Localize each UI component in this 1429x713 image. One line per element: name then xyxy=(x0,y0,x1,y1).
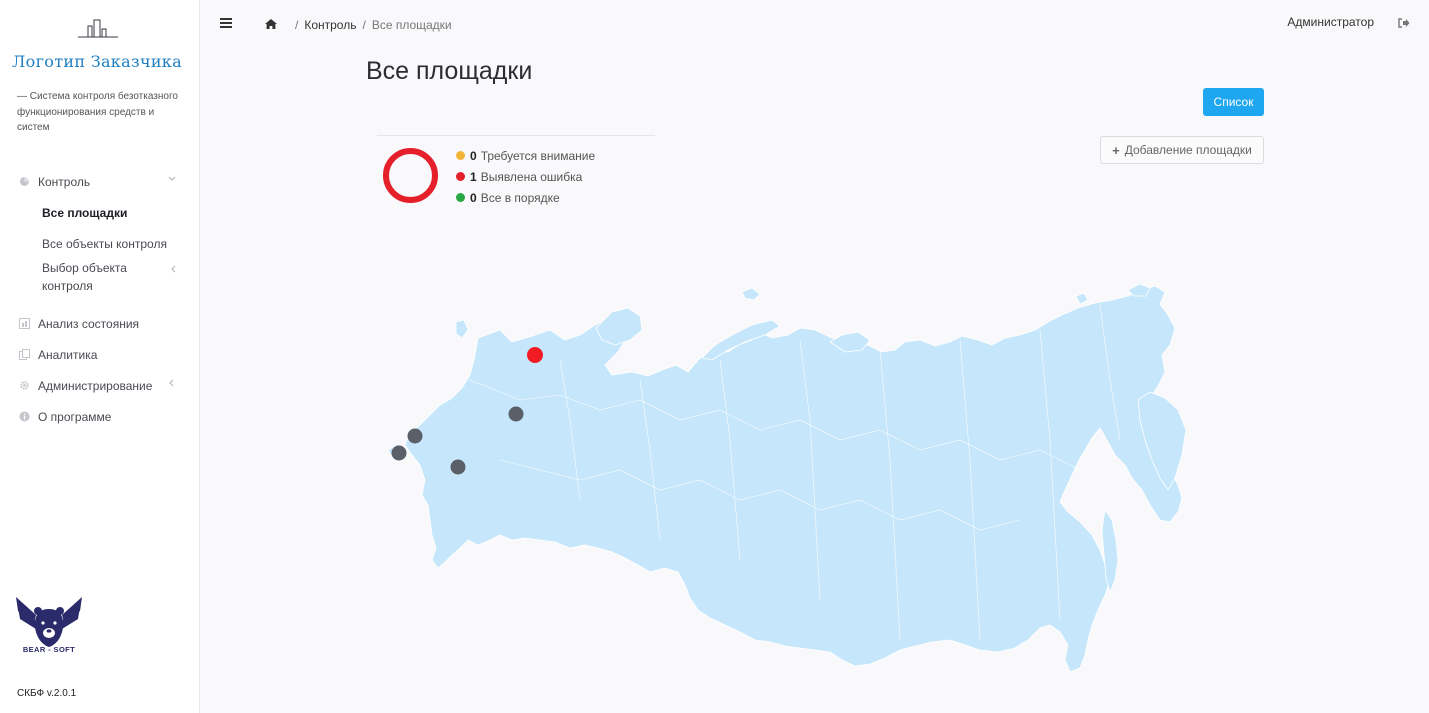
customer-logo-text: Логотип Заказчика xyxy=(12,52,182,71)
building-logo-icon xyxy=(78,19,118,38)
breadcrumb-control[interactable]: Контроль xyxy=(304,18,356,32)
sidebar-item-analytics[interactable]: Аналитика xyxy=(0,339,199,370)
legend-ok: 0 Все в порядке xyxy=(456,187,595,208)
page-title: Все площадки xyxy=(366,57,533,85)
user-name[interactable]: Администратор xyxy=(1287,15,1374,29)
logout-icon[interactable] xyxy=(1397,16,1411,30)
map-region-kaliningrad[interactable] xyxy=(455,319,469,339)
status-summary: 0 Требуется внимание 1 Выявлена ошибка 0… xyxy=(377,135,655,215)
legend-error: 1 Выявлена ошибка xyxy=(456,166,595,187)
top-bar: / Контроль / Все площадки Администратор xyxy=(200,0,1429,48)
sidebar-item-all-objects[interactable]: Все объекты контроля xyxy=(0,228,199,259)
sidebar-nav: Контроль Все площадки Все объекты контро… xyxy=(0,166,199,432)
map-region-wrangel[interactable] xyxy=(1075,292,1089,305)
sidebar-item-label: Администрирование xyxy=(38,378,153,393)
sidebar-item-administration[interactable]: Администрирование xyxy=(0,370,199,401)
legend-count: 1 xyxy=(470,169,477,184)
sidebar-item-state-analysis[interactable]: Анализ состояния xyxy=(0,308,199,339)
status-donut-ring xyxy=(383,148,438,203)
chart-icon xyxy=(18,318,30,330)
site-marker-error[interactable] xyxy=(527,347,543,363)
site-marker[interactable] xyxy=(508,406,524,422)
sidebar-item-about[interactable]: О программе xyxy=(0,401,199,432)
plus-icon: + xyxy=(1112,142,1120,158)
sidebar-item-all-sites[interactable]: Все площадки xyxy=(0,197,199,228)
chevron-left-icon xyxy=(168,379,176,389)
breadcrumb-separator: / xyxy=(362,18,366,32)
monitor-icon xyxy=(18,176,30,188)
sidebar: Логотип Заказчика — Система контроля без… xyxy=(0,0,200,713)
add-site-button[interactable]: + Добавление площадки xyxy=(1100,136,1264,164)
chevron-down-icon xyxy=(168,175,176,185)
sidebar-item-label: Выбор объекта контроля xyxy=(42,261,127,293)
info-icon xyxy=(18,411,30,423)
legend-count: 0 xyxy=(470,190,477,205)
list-view-button[interactable]: Список xyxy=(1203,88,1264,116)
legend-attention: 0 Требуется внимание xyxy=(456,145,595,166)
add-site-button-label: Добавление площадки xyxy=(1124,143,1252,157)
map-region-mainland[interactable] xyxy=(404,285,1183,673)
system-tagline: — Система контроля безотказного функцион… xyxy=(17,91,178,133)
breadcrumb: / Контроль / Все площадки xyxy=(295,18,452,32)
breadcrumb-separator: / xyxy=(295,18,299,32)
map-region-arctic-islands[interactable] xyxy=(741,287,761,301)
sidebar-item-label: Анализ состояния xyxy=(38,316,140,331)
legend-label: Все в порядке xyxy=(480,190,560,205)
site-marker[interactable] xyxy=(450,459,466,475)
sidebar-item-control[interactable]: Контроль xyxy=(0,166,199,197)
gear-icon xyxy=(18,380,30,392)
sidebar-item-select-object[interactable]: Выбор объекта контроля xyxy=(0,259,199,308)
status-dot-green xyxy=(456,193,465,202)
chevron-left-icon xyxy=(170,262,176,280)
status-legend: 0 Требуется внимание 1 Выявлена ошибка 0… xyxy=(456,145,595,208)
home-icon[interactable] xyxy=(264,17,278,31)
sidebar-item-label: Все объекты контроля xyxy=(42,236,167,251)
breadcrumb-current: Все площадки xyxy=(371,18,452,32)
legend-count: 0 xyxy=(470,148,477,163)
sidebar-item-label: Аналитика xyxy=(38,347,98,362)
app-version: СКБФ v.2.0.1 xyxy=(17,688,77,699)
sidebar-item-label: О программе xyxy=(38,409,112,424)
russia-map[interactable] xyxy=(380,280,1200,710)
legend-label: Требуется внимание xyxy=(480,148,596,163)
legend-label: Выявлена ошибка xyxy=(480,169,583,184)
vendor-name: BEAR - SOFT xyxy=(22,645,76,654)
status-dot-yellow xyxy=(456,151,465,160)
status-donut-chart xyxy=(383,148,438,203)
sidebar-item-label: Все площадки xyxy=(42,205,128,220)
site-marker[interactable] xyxy=(407,428,423,444)
site-marker[interactable] xyxy=(391,445,407,461)
copy-icon xyxy=(18,349,30,361)
map-region-kola[interactable] xyxy=(595,307,643,346)
status-dot-red xyxy=(456,172,465,181)
sidebar-item-label: Контроль xyxy=(38,174,91,189)
menu-toggle-icon[interactable] xyxy=(220,18,232,30)
